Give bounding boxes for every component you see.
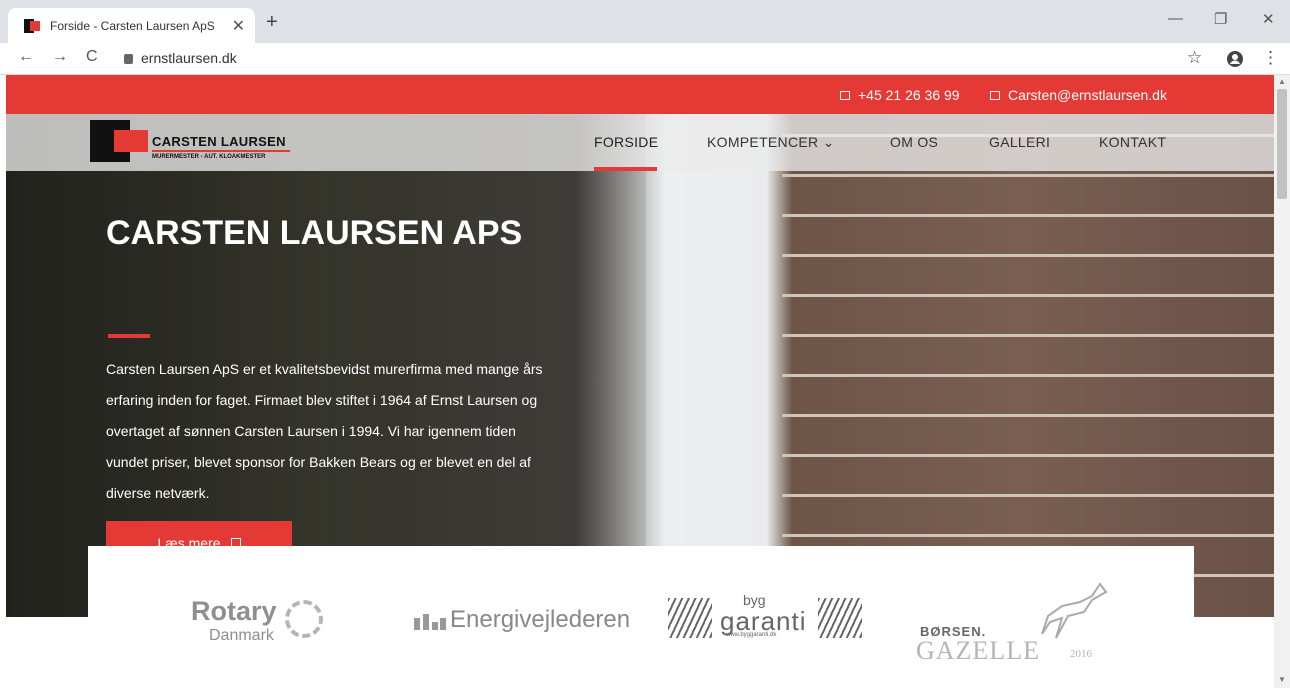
back-button[interactable]: ← bbox=[18, 48, 34, 66]
energi-word: Energivejlederen bbox=[450, 606, 631, 633]
tab-title: Forside - Carsten Laursen ApS bbox=[50, 18, 215, 33]
address-field[interactable]: ernstlaursen.dk bbox=[124, 50, 237, 66]
nav-item-kontakt[interactable]: KONTAKT bbox=[1099, 134, 1166, 150]
favicon-icon bbox=[24, 18, 40, 33]
phone-icon bbox=[840, 90, 850, 100]
energi-bars-icon bbox=[414, 610, 446, 630]
restore-button[interactable]: ❐ bbox=[1214, 10, 1227, 28]
nav-item-forside[interactable]: FORSIDE bbox=[594, 134, 658, 150]
forward-button[interactable]: → bbox=[52, 48, 68, 66]
reload-button[interactable]: C bbox=[86, 48, 98, 66]
main-navbar: CARSTEN LAURSEN MURERMESTER - AUT. KLOAK… bbox=[6, 114, 1274, 171]
nav-item-kompetencer[interactable]: KOMPETENCER ⌄ bbox=[707, 134, 835, 151]
close-window-button[interactable]: ✕ bbox=[1262, 10, 1275, 28]
gazelle-year: 2016 bbox=[1070, 648, 1092, 660]
byggaranti-logo[interactable]: byg garanti www.byggaranti.dk bbox=[668, 592, 868, 644]
minimize-button[interactable]: — bbox=[1168, 10, 1183, 27]
energivejlederen-logo[interactable]: Energivejlederen bbox=[414, 606, 630, 634]
site-logo[interactable]: CARSTEN LAURSEN MURERMESTER - AUT. KLOAK… bbox=[90, 120, 290, 162]
url-text: ernstlaursen.dk bbox=[141, 50, 237, 66]
gazelle-word: GAZELLE bbox=[916, 636, 1040, 665]
bookmark-star-icon[interactable]: ☆ bbox=[1187, 48, 1202, 68]
scroll-up-icon[interactable]: ▲ bbox=[1278, 77, 1286, 86]
account-icon[interactable] bbox=[1226, 50, 1244, 73]
nav-item-om-os[interactable]: OM OS bbox=[890, 134, 938, 150]
browser-tab[interactable]: Forside - Carsten Laursen ApS ✕ bbox=[8, 8, 255, 43]
gazelle-icon bbox=[1041, 582, 1108, 639]
rotary-sub: Danmark bbox=[209, 627, 274, 644]
partner-logos: Rotary Danmark Energivejlederen byg gara… bbox=[88, 546, 1194, 688]
browser-tab-bar: Forside - Carsten Laursen ApS ✕ + — ❐ ✕ bbox=[0, 0, 1290, 43]
rotary-word: Rotary bbox=[191, 596, 277, 626]
new-tab-button[interactable]: + bbox=[266, 11, 278, 34]
mail-icon bbox=[990, 90, 1000, 100]
hero-section: CARSTEN LAURSEN MURERMESTER - AUT. KLOAK… bbox=[6, 114, 1274, 617]
scroll-thumb[interactable] bbox=[1277, 89, 1287, 199]
address-bar-row: ← → C ernstlaursen.dk ☆ ⋮ bbox=[0, 43, 1290, 75]
browser-menu-button[interactable]: ⋮ bbox=[1262, 48, 1279, 68]
byg-url: www.byggaranti.dk bbox=[726, 632, 777, 638]
phone-contact[interactable]: +45 21 26 36 99 bbox=[840, 87, 960, 103]
web-page: +45 21 26 36 99 Carsten@ernstlaursen.dk … bbox=[6, 75, 1274, 688]
hero-title: CARSTEN LAURSEN APS bbox=[106, 214, 523, 252]
rotary-wheel-icon bbox=[285, 600, 323, 638]
scroll-down-icon[interactable]: ▼ bbox=[1278, 675, 1286, 684]
email-contact[interactable]: Carsten@ernstlaursen.dk bbox=[990, 87, 1167, 103]
nav-active-indicator bbox=[594, 167, 657, 171]
tab-close-icon[interactable]: ✕ bbox=[232, 16, 245, 36]
hero-description: Carsten Laursen ApS er et kvalitetsbevid… bbox=[106, 361, 543, 501]
title-underline bbox=[108, 334, 150, 338]
rotary-logo[interactable]: Rotary Danmark bbox=[191, 596, 323, 645]
contact-top-bar: +45 21 26 36 99 Carsten@ernstlaursen.dk bbox=[6, 75, 1274, 114]
page-scrollbar[interactable]: ▲ ▼ bbox=[1274, 75, 1290, 688]
nav-item-galleri[interactable]: GALLERI bbox=[989, 134, 1050, 150]
email-address: Carsten@ernstlaursen.dk bbox=[1008, 87, 1167, 103]
phone-number: +45 21 26 36 99 bbox=[858, 87, 960, 103]
lock-icon bbox=[124, 54, 133, 64]
logo-name: CARSTEN LAURSEN bbox=[152, 134, 286, 149]
logo-subtitle: MURERMESTER - AUT. KLOAKMESTER bbox=[152, 154, 266, 160]
borsen-gazelle-logo[interactable]: BØRSEN. GAZELLE 2016 bbox=[916, 582, 1120, 672]
